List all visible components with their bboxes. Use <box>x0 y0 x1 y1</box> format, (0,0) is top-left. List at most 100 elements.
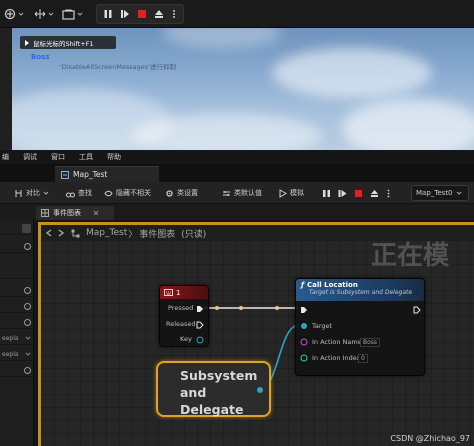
add-icon[interactable] <box>24 286 31 294</box>
title-line-3: Delegate <box>180 402 244 417</box>
pause-icon[interactable] <box>322 189 331 198</box>
stop-icon[interactable] <box>137 9 147 19</box>
pin-target-label: Target <box>312 322 333 330</box>
hint-label: 鼠标光标的Shift+F1 <box>33 39 94 48</box>
more-icon[interactable] <box>386 189 391 198</box>
list-item[interactable] <box>0 240 33 253</box>
hide-unrelated-button[interactable]: 隐藏不相关 <box>104 186 151 200</box>
chevron-down-icon <box>25 336 31 340</box>
event-tab-label: 事件图表 <box>53 209 81 217</box>
list-item[interactable] <box>0 266 33 279</box>
class-settings-label: 类设置 <box>177 189 198 197</box>
event-graph-canvas[interactable]: Map_Test 〉 事件图表 (只读) 正在模 1 Pressed Relea… <box>38 222 474 446</box>
exec-out-pin-icon[interactable] <box>413 306 421 314</box>
cloud <box>342 98 474 150</box>
chevron-down-icon <box>25 352 31 356</box>
eject-icon[interactable] <box>370 189 379 198</box>
skip-icon[interactable] <box>120 9 130 19</box>
pin-released-label: Released <box>166 320 196 328</box>
action-name-input[interactable]: Boss <box>360 338 380 347</box>
menu-item-tools[interactable]: 工具 <box>79 152 93 162</box>
find-button[interactable]: 查找 <box>66 186 92 200</box>
exec-pin-icon[interactable] <box>196 321 204 329</box>
list-item[interactable] <box>0 284 33 297</box>
class-defaults-label: 类默认值 <box>234 189 262 197</box>
play-arrow-icon <box>25 39 29 46</box>
menu-bar: 编 调试 窗口 工具 帮助 <box>0 150 474 164</box>
debug-object-select[interactable]: Map_Test0 <box>411 185 469 201</box>
blueprint-add-icon <box>4 8 16 20</box>
debug-object-value: Map_Test0 <box>416 189 453 197</box>
transform-icon <box>34 9 46 19</box>
class-defaults-button[interactable]: 类默认值 <box>222 186 262 200</box>
search-box[interactable] <box>22 223 31 233</box>
close-icon[interactable] <box>93 210 99 216</box>
target-pin-icon[interactable] <box>300 322 308 330</box>
subsystem-getter-node[interactable]: Subsystem and Delegate <box>156 361 271 417</box>
gear-icon <box>166 189 173 197</box>
eject-icon[interactable] <box>154 9 164 19</box>
list-item[interactable]: eepla <box>0 348 33 361</box>
menu-item-help[interactable]: 帮助 <box>107 152 121 162</box>
exec-in-pin-icon[interactable] <box>300 306 308 314</box>
add-icon[interactable] <box>24 302 31 310</box>
action-index-input[interactable]: 0 <box>358 354 368 363</box>
skip-icon[interactable] <box>338 189 347 198</box>
wire-reroute-dot <box>239 306 243 310</box>
menu-item-edit[interactable]: 编 <box>2 152 9 162</box>
keyboard-icon <box>164 289 173 296</box>
disable-message: 'DisableAllScreenMessages'进行抑制 <box>60 63 176 71</box>
tab-map-test[interactable]: Map_Test <box>55 166 159 182</box>
pin-pressed-label: Pressed <box>168 304 194 312</box>
list-item-label: eepla <box>2 350 19 358</box>
list-item[interactable]: eepla <box>0 332 33 345</box>
node-title: Call Location <box>307 281 358 289</box>
keyboard-event-node[interactable]: 1 Pressed Released Key <box>159 285 209 347</box>
camera-button[interactable] <box>62 5 83 23</box>
pause-icon[interactable] <box>103 9 113 19</box>
simulate-button[interactable]: 模拟 <box>278 186 304 200</box>
struct-pin-icon[interactable] <box>196 336 204 344</box>
exec-pin-icon[interactable] <box>196 305 204 313</box>
tab-label: Map_Test <box>73 170 108 179</box>
my-blueprint-panel: eepla eepla <box>0 220 34 446</box>
play-controls <box>96 4 184 24</box>
hide-icon <box>104 190 113 196</box>
simulate-icon <box>279 188 287 198</box>
function-icon: ƒ <box>301 281 305 289</box>
list-item[interactable] <box>0 300 33 313</box>
subsystem-node-title: Subsystem and Delegate <box>180 367 257 418</box>
menu-item-debug[interactable]: 调试 <box>23 152 37 162</box>
name-pin-icon[interactable] <box>300 338 308 346</box>
chevron-down-icon <box>77 12 83 16</box>
top-toolbar <box>0 0 474 28</box>
node-subtitle: Target is Subsystem and Delegate <box>309 289 413 296</box>
int-pin-icon[interactable] <box>300 354 308 362</box>
class-settings-button[interactable]: 类设置 <box>165 186 198 200</box>
more-icon[interactable] <box>171 9 177 19</box>
object-pin-icon[interactable] <box>256 386 264 394</box>
node-header: 1 <box>160 286 208 299</box>
add-icon[interactable] <box>24 318 31 326</box>
pin-action-name-label: In Action Name <box>312 338 362 346</box>
blueprint-add-button[interactable] <box>4 5 24 23</box>
boss-message: Boss <box>31 53 50 61</box>
transform-button[interactable] <box>34 5 54 23</box>
add-icon[interactable] <box>24 366 31 374</box>
pin-action-index-label: In Action Index <box>312 354 361 362</box>
compare-label: 对比 <box>26 189 40 197</box>
tab-event-graph[interactable]: 事件图表 <box>36 206 114 220</box>
stop-icon[interactable] <box>354 189 363 198</box>
call-location-node[interactable]: ƒ Call Location Target is Subsystem and … <box>295 278 425 376</box>
wire-reroute-dot <box>275 306 279 310</box>
list-item[interactable] <box>0 222 33 235</box>
grid-icon <box>41 209 49 217</box>
list-item[interactable] <box>0 364 33 377</box>
chevron-down-icon <box>456 191 461 195</box>
menu-item-window[interactable]: 窗口 <box>51 152 65 162</box>
compare-button[interactable]: 对比 <box>14 186 49 200</box>
level-viewport[interactable]: 鼠标光标的Shift+F1 Boss 'DisableAllScreenMess… <box>12 28 474 150</box>
add-icon[interactable] <box>24 242 31 250</box>
list-item[interactable] <box>0 316 33 329</box>
hide-label: 隐藏不相关 <box>116 189 151 197</box>
